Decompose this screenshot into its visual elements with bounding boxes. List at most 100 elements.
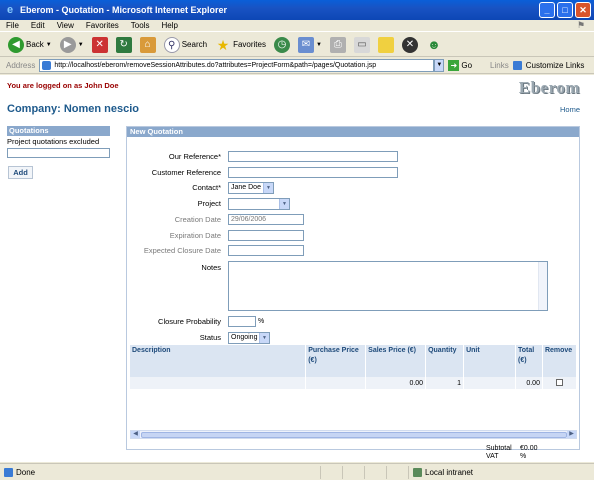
intranet-icon	[413, 467, 422, 477]
customer-reference-label: Customer Reference	[151, 168, 221, 177]
status-cell	[386, 465, 408, 479]
forward-arrow-icon: ▶	[59, 36, 76, 53]
zone-text: Local intranet	[425, 467, 474, 477]
menu-bar: File Edit View Favorites Tools Help	[0, 20, 594, 32]
project-select[interactable]: ▼	[228, 198, 290, 210]
cell-total: 0.00	[515, 377, 543, 389]
contact-label: Contact*	[192, 183, 221, 192]
print-icon: ⎙	[329, 36, 346, 53]
back-button[interactable]: ◀ Back ▼	[6, 35, 54, 55]
page-icon	[42, 60, 52, 70]
history-button[interactable]: ◷	[272, 35, 292, 55]
cell-description[interactable]	[130, 377, 307, 389]
creation-date-input[interactable]: 29/06/2006	[228, 214, 304, 225]
status-done-text: Done	[16, 467, 36, 477]
mail-button[interactable]: ✉ ▼	[296, 35, 324, 55]
history-icon: ◷	[273, 36, 290, 53]
column-remove: Remove	[542, 345, 578, 377]
discuss-button[interactable]	[376, 35, 396, 55]
search-button[interactable]: ⚲ Search	[162, 35, 209, 55]
status-cell	[320, 465, 342, 479]
quotation-lines-grid: Description Purchase Price (€) Sales Pri…	[130, 345, 578, 389]
column-sales-price: Sales Price (€)	[365, 345, 427, 377]
add-button[interactable]: Add	[8, 166, 33, 179]
quotations-list[interactable]	[7, 148, 110, 158]
contact-select[interactable]: Jane Doe ▼	[228, 182, 274, 194]
menu-tools[interactable]: Tools	[131, 21, 150, 30]
chevron-down-icon: ▼	[263, 183, 273, 193]
cell-quantity[interactable]: 1	[425, 377, 465, 389]
edit-button[interactable]: ▭	[352, 35, 372, 55]
forward-button[interactable]: ▶ ▼	[58, 35, 86, 55]
menu-help[interactable]: Help	[161, 21, 177, 30]
page-done-icon	[4, 467, 13, 477]
subtotal-value: €0.00	[520, 445, 538, 452]
mail-dropdown-icon[interactable]: ▼	[316, 42, 322, 48]
ie-logo-icon: e	[6, 4, 14, 16]
cell-sales-price[interactable]: 0.00	[365, 377, 427, 389]
page-content: You are logged on as John Doe Eberom Com…	[0, 75, 594, 462]
percent-sign: %	[258, 318, 265, 325]
our-reference-input[interactable]	[228, 151, 398, 162]
scroll-right-icon[interactable]: ▶	[567, 431, 576, 438]
minimize-button[interactable]: _	[539, 2, 555, 18]
column-unit: Unit	[463, 345, 516, 377]
address-input[interactable]: http://localhost/eberom/removeSessionAtt…	[39, 58, 435, 72]
notes-textarea[interactable]	[228, 261, 548, 311]
subtotal-label: Subtotal	[486, 445, 512, 452]
cell-unit[interactable]	[463, 377, 516, 389]
stop-button[interactable]: ✕	[90, 35, 110, 55]
search-icon: ⚲	[163, 36, 180, 53]
menu-edit[interactable]: Edit	[31, 21, 45, 30]
logon-text: You are logged on as John Doe	[7, 81, 119, 90]
research-icon: ✕	[401, 36, 418, 53]
new-quotation-header: New Quotation	[127, 127, 579, 137]
refresh-button[interactable]: ↻	[114, 35, 134, 55]
close-button[interactable]: ✕	[575, 2, 591, 18]
stop-icon: ✕	[91, 36, 108, 53]
menu-favorites[interactable]: Favorites	[86, 21, 119, 30]
expected-closure-date-label: Expected Closure Date	[143, 246, 221, 255]
address-label: Address	[6, 60, 36, 70]
grid-horizontal-scrollbar[interactable]: ◀ ▶	[130, 430, 577, 439]
links-label[interactable]: Links	[490, 61, 509, 70]
remove-checkbox[interactable]	[555, 378, 563, 386]
table-row: 0.00 1 0.00	[130, 377, 578, 389]
maximize-button[interactable]: □	[557, 2, 573, 18]
back-dropdown-icon[interactable]: ▼	[46, 42, 52, 48]
expiration-date-input[interactable]	[228, 230, 304, 241]
home-icon: ⌂	[139, 36, 156, 53]
expected-closure-date-input[interactable]	[228, 245, 304, 256]
scroll-thumb[interactable]	[141, 432, 567, 438]
address-dropdown-icon[interactable]: ▼	[434, 58, 445, 72]
project-label: Project	[197, 199, 221, 208]
cell-purchase-price[interactable]	[305, 377, 367, 389]
status-cell	[342, 465, 364, 479]
favorites-button[interactable]: ★ Favorites	[213, 35, 268, 55]
go-button[interactable]: ➜ Go	[448, 59, 472, 71]
messenger-button[interactable]: ☻	[424, 35, 444, 55]
status-select[interactable]: Ongoing ▼	[228, 332, 270, 344]
menu-file[interactable]: File	[6, 21, 19, 30]
discuss-icon	[377, 36, 394, 53]
our-reference-label: Our Reference*	[168, 152, 221, 161]
customer-reference-input[interactable]	[228, 167, 398, 178]
scroll-left-icon[interactable]: ◀	[131, 431, 140, 438]
home-link[interactable]: Home	[560, 105, 580, 114]
new-quotation-panel: New Quotation Our Reference* Customer Re…	[126, 126, 580, 450]
menu-view[interactable]: View	[57, 21, 74, 30]
home-button[interactable]: ⌂	[138, 35, 158, 55]
closure-probability-input[interactable]	[228, 316, 256, 327]
notes-scrollbar[interactable]	[538, 262, 547, 310]
column-purchase-price: Purchase Price (€)	[305, 345, 367, 377]
status-cell	[364, 465, 386, 479]
column-quantity: Quantity	[425, 345, 465, 377]
messenger-icon: ☻	[427, 36, 441, 52]
brand-logo: Eberom	[518, 78, 580, 97]
column-total: Total (€)	[515, 345, 543, 377]
forward-dropdown-icon[interactable]: ▼	[78, 42, 84, 48]
print-button[interactable]: ⎙	[328, 35, 348, 55]
favorites-star-icon: ★	[216, 36, 230, 53]
research-button[interactable]: ✕	[400, 35, 420, 55]
customize-links[interactable]: Customize Links	[526, 61, 585, 70]
